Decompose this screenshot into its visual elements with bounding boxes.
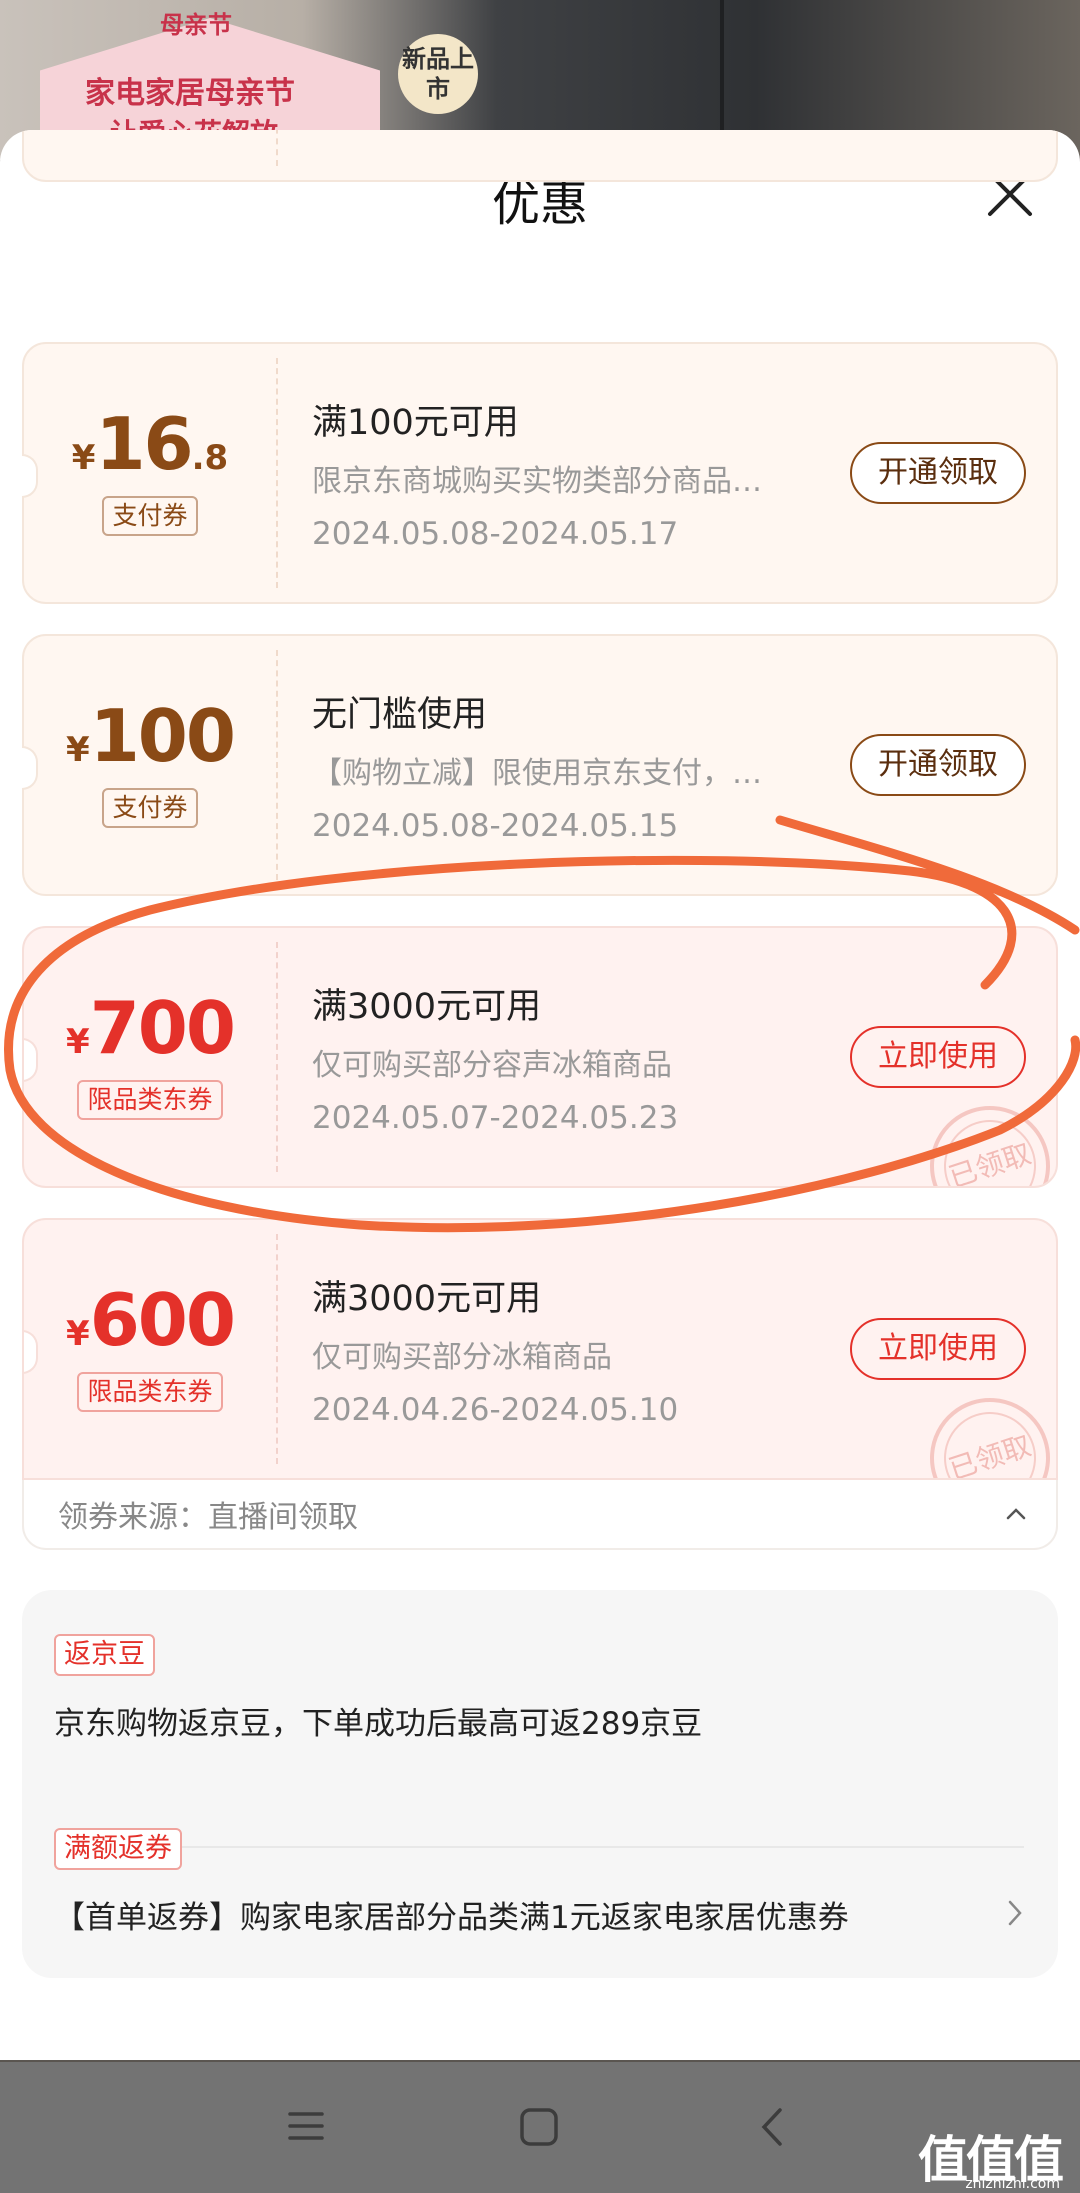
discount-sheet: 优惠 ¥16.8 支付券 满100元可用 限京东商城购买实物类部分商品… 202… xyxy=(0,130,1080,2060)
coupon-source-text: 领券来源：直播间领取 xyxy=(58,1500,358,1535)
watermark-url: zhizhizhi.com xyxy=(965,2176,1060,2192)
coupon-card: ¥16.8 支付券 满100元可用 限京东商城购买实物类部分商品… 2024.0… xyxy=(22,342,1058,604)
coupon-condition: 满100元可用 xyxy=(312,403,519,443)
coupon-validity: 2024.05.08-2024.05.15 xyxy=(312,808,679,844)
coupon-divider xyxy=(276,358,278,588)
coupon-description: 限京东商城购买实物类部分商品… xyxy=(312,464,762,499)
coupon-type: 支付券 xyxy=(24,496,276,536)
coupon-source-row[interactable]: 领券来源：直播间领取 xyxy=(22,1480,1058,1550)
amount-value: 600 xyxy=(89,1278,236,1362)
coupon-type: 限品类东券 xyxy=(24,1080,276,1120)
perks-divider xyxy=(56,1846,1024,1848)
activate-claim-button[interactable]: 开通领取 xyxy=(850,442,1026,504)
yen-sign: ¥ xyxy=(66,1314,90,1354)
claimed-stamp: 已领取 xyxy=(914,1090,1056,1186)
back-icon[interactable] xyxy=(756,2106,788,2148)
jingdou-rebate-text: 京东购物返京豆，下单成功后最高可返289京豆 xyxy=(54,1706,703,1742)
claimed-stamp: 已领取 xyxy=(914,1382,1056,1478)
coupon-validity: 2024.04.26-2024.05.10 xyxy=(312,1392,679,1428)
coupon-type: 支付券 xyxy=(24,788,276,828)
menu-icon[interactable] xyxy=(286,2106,326,2146)
coupon-type-label: 限品类东券 xyxy=(77,1372,223,1412)
amount-value: 100 xyxy=(89,694,236,778)
coupon-card: ¥600 限品类东券 满3000元可用 仅可购买部分冰箱商品 2024.04.2… xyxy=(22,1218,1058,1480)
coupon-type-label: 限品类东券 xyxy=(77,1080,223,1120)
yen-sign: ¥ xyxy=(66,1022,90,1062)
yen-sign: ¥ xyxy=(66,730,90,770)
coupon-condition: 满3000元可用 xyxy=(312,987,542,1027)
coupon-condition: 无门槛使用 xyxy=(312,695,488,735)
amount-value: 700 xyxy=(89,986,236,1070)
coupon-amount: ¥700 xyxy=(24,986,276,1070)
coupon-partial xyxy=(22,130,1058,182)
home-square-icon[interactable] xyxy=(518,2106,560,2148)
full-amount-coupon-tag: 满额返券 xyxy=(54,1828,182,1870)
coupon-description: 仅可购买部分容声冰箱商品 xyxy=(312,1048,672,1083)
coupon-amount: ¥16.8 xyxy=(24,402,276,486)
activate-claim-button[interactable]: 开通领取 xyxy=(850,734,1026,796)
amount-decimal: .8 xyxy=(191,438,229,478)
new-product-badge: 新品上市 xyxy=(398,34,478,114)
yen-sign: ¥ xyxy=(71,438,96,478)
amount-value: 16 xyxy=(95,402,193,486)
coupon-description: 仅可购买部分冰箱商品 xyxy=(312,1340,612,1375)
coupon-validity: 2024.05.07-2024.05.23 xyxy=(312,1100,679,1136)
coupon-divider xyxy=(276,1234,278,1464)
coupon-condition: 满3000元可用 xyxy=(312,1279,542,1319)
coupon-type-label: 支付券 xyxy=(102,496,198,536)
coupon-divider xyxy=(276,650,278,880)
rebate-perks-card: 返京豆 京东购物返京豆，下单成功后最高可返289京豆 满额返券 【首单返券】购家… xyxy=(22,1590,1058,1978)
coupon-amount: ¥600 xyxy=(24,1278,276,1362)
use-now-button[interactable]: 立即使用 xyxy=(850,1318,1026,1380)
chevron-right-icon[interactable] xyxy=(1002,1898,1028,1928)
coupon-divider xyxy=(276,130,278,166)
coupon-card: ¥700 限品类东券 满3000元可用 仅可购买部分容声冰箱商品 2024.05… xyxy=(22,926,1058,1188)
coupon-type: 限品类东券 xyxy=(24,1372,276,1412)
jingdou-rebate-tag: 返京豆 xyxy=(54,1634,155,1676)
banner-tag: 母亲节 xyxy=(160,11,232,39)
coupon-type-label: 支付券 xyxy=(102,788,198,828)
use-now-button[interactable]: 立即使用 xyxy=(850,1026,1026,1088)
first-order-coupon-text[interactable]: 【首单返券】购家电家居部分品类满1元返家电家居优惠券 xyxy=(54,1892,849,1937)
chevron-up-icon[interactable] xyxy=(1006,1504,1026,1524)
fridge-image xyxy=(720,0,724,140)
coupon-amount: ¥100 xyxy=(24,694,276,778)
coupon-validity: 2024.05.08-2024.05.17 xyxy=(312,516,679,552)
coupon-card: ¥100 支付券 无门槛使用 【购物立减】限使用京东支付，… 2024.05.0… xyxy=(22,634,1058,896)
coupon-divider xyxy=(276,942,278,1172)
coupon-description: 【购物立减】限使用京东支付，… xyxy=(312,756,762,791)
banner-title: 家电家居母亲节 xyxy=(85,76,295,111)
